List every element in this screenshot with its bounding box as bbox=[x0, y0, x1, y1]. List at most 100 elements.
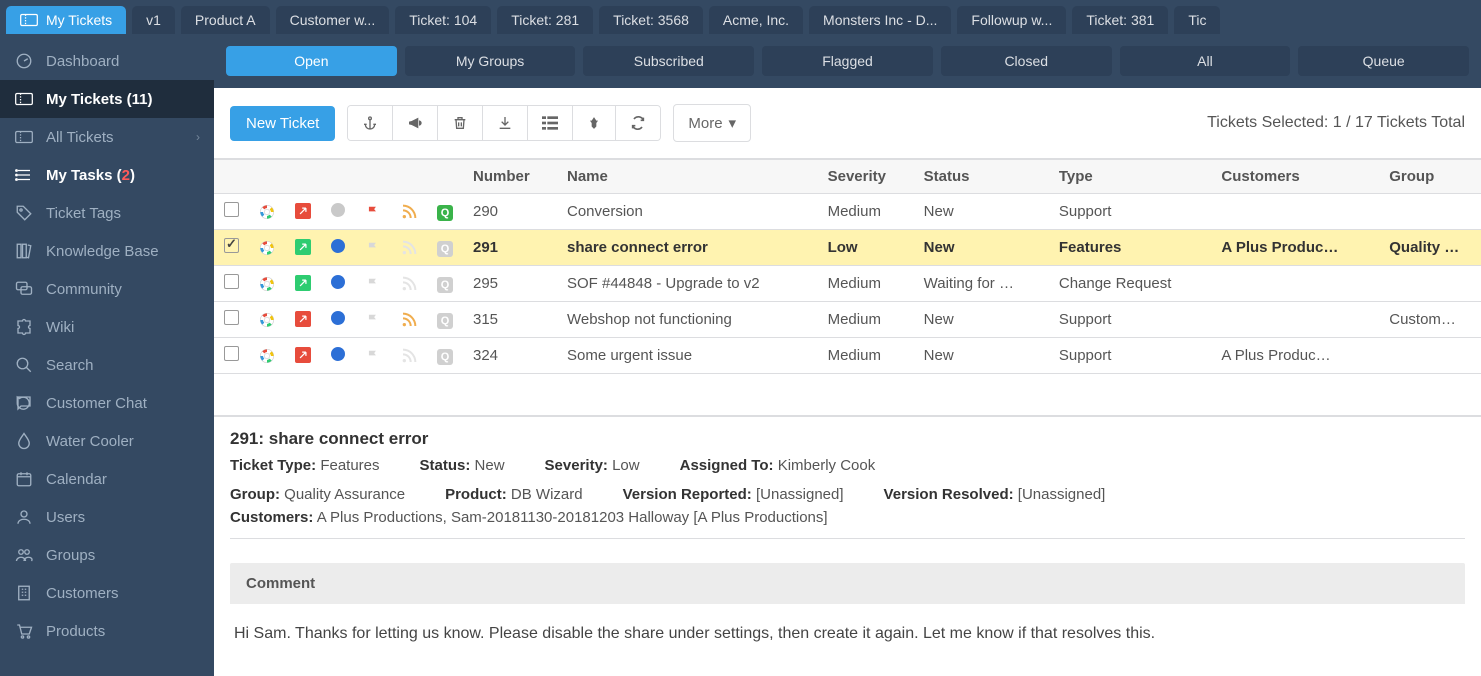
sidebar-item[interactable]: Calendar bbox=[0, 460, 214, 498]
filter-pill[interactable]: My Groups bbox=[405, 46, 576, 76]
top-tab[interactable]: Customer w... bbox=[276, 6, 390, 34]
sidebar-item[interactable]: Water Cooler bbox=[0, 422, 214, 460]
top-tab[interactable]: Ticket: 3568 bbox=[599, 6, 703, 34]
sidebar-item[interactable]: Dashboard bbox=[0, 42, 214, 80]
type-cell: Support bbox=[1049, 194, 1212, 230]
toolbar: New Ticket More▾ Tickets Selected: 1 / 1… bbox=[214, 88, 1481, 159]
column-header[interactable]: Severity bbox=[818, 160, 914, 194]
rss-icon bbox=[401, 312, 417, 328]
icon-cell bbox=[249, 338, 285, 374]
icon-cell bbox=[285, 266, 321, 302]
column-header[interactable]: Customers bbox=[1211, 160, 1379, 194]
sidebar-item[interactable]: My Tickets (11) bbox=[0, 80, 214, 118]
sidebar-item[interactable]: Search bbox=[0, 346, 214, 384]
filter-pill[interactable]: Open bbox=[226, 46, 397, 76]
top-tab[interactable]: Followup w... bbox=[957, 6, 1066, 34]
table-row[interactable]: Q324Some urgent issueMediumNewSupportA P… bbox=[214, 338, 1481, 374]
row-checkbox[interactable] bbox=[224, 346, 239, 361]
gauge-icon bbox=[14, 51, 34, 71]
delete-button[interactable] bbox=[438, 106, 483, 140]
column-header[interactable] bbox=[355, 160, 391, 194]
column-header[interactable]: Name bbox=[557, 160, 818, 194]
row-checkbox[interactable] bbox=[224, 274, 239, 289]
row-checkbox[interactable] bbox=[224, 202, 239, 217]
sidebar-item[interactable]: All Tickets› bbox=[0, 118, 214, 156]
row-checkbox[interactable] bbox=[224, 310, 239, 325]
filter-pill[interactable]: All bbox=[1120, 46, 1291, 76]
sidebar-item-label: Customer Chat bbox=[46, 395, 147, 412]
column-header[interactable] bbox=[249, 160, 285, 194]
column-header[interactable] bbox=[214, 160, 249, 194]
sidebar-item[interactable]: Products bbox=[0, 612, 214, 650]
ticket-icon bbox=[14, 89, 34, 109]
checkbox-cell[interactable] bbox=[214, 302, 249, 338]
top-tab[interactable]: Acme, Inc. bbox=[709, 6, 803, 34]
sidebar-item[interactable]: Knowledge Base bbox=[0, 232, 214, 270]
more-button[interactable]: More▾ bbox=[673, 104, 751, 142]
anchor-button[interactable] bbox=[348, 106, 393, 140]
pin-button[interactable] bbox=[573, 106, 616, 140]
list-view-button[interactable] bbox=[528, 106, 573, 140]
tags-icon bbox=[14, 203, 34, 223]
sidebar-item[interactable]: Groups bbox=[0, 536, 214, 574]
refresh-button[interactable] bbox=[616, 106, 660, 140]
icon-cell bbox=[355, 266, 391, 302]
icon-cell bbox=[391, 194, 427, 230]
sidebar-item[interactable]: Community bbox=[0, 270, 214, 308]
sidebar-item[interactable]: Users bbox=[0, 498, 214, 536]
new-ticket-button[interactable]: New Ticket bbox=[230, 106, 335, 141]
flag-icon bbox=[365, 241, 381, 255]
table-row[interactable]: Q315Webshop not functioningMediumNewSupp… bbox=[214, 302, 1481, 338]
group-cell bbox=[1379, 266, 1481, 302]
checkbox-cell[interactable] bbox=[214, 338, 249, 374]
sidebar-item[interactable]: Wiki bbox=[0, 308, 214, 346]
icon-cell bbox=[391, 338, 427, 374]
sidebar-item-label: Customers bbox=[46, 585, 119, 602]
column-header[interactable]: Group bbox=[1379, 160, 1481, 194]
top-tab[interactable]: v1 bbox=[132, 6, 175, 34]
column-header[interactable] bbox=[427, 160, 463, 194]
top-tab[interactable]: Ticket: 381 bbox=[1072, 6, 1168, 34]
arrow-icon bbox=[295, 311, 311, 328]
top-tab[interactable]: Ticket: 281 bbox=[497, 6, 593, 34]
top-tab[interactable]: Monsters Inc - D... bbox=[809, 6, 951, 34]
filter-pill[interactable]: Flagged bbox=[762, 46, 933, 76]
filter-pill[interactable]: Subscribed bbox=[583, 46, 754, 76]
sidebar-item[interactable]: Customers bbox=[0, 574, 214, 612]
sidebar-item-label: Products bbox=[46, 623, 105, 640]
rss-icon bbox=[401, 276, 417, 292]
filter-pill[interactable]: Closed bbox=[941, 46, 1112, 76]
checkbox-cell[interactable] bbox=[214, 194, 249, 230]
top-tab[interactable]: Product A bbox=[181, 6, 270, 34]
column-header[interactable]: Number bbox=[463, 160, 557, 194]
table-row[interactable]: Q295SOF #44848 - Upgrade to v2MediumWait… bbox=[214, 266, 1481, 302]
table-row[interactable]: Q291share connect errorLowNewFeaturesA P… bbox=[214, 230, 1481, 266]
queue-badge-icon: Q bbox=[437, 275, 453, 292]
column-header[interactable] bbox=[285, 160, 321, 194]
checkbox-cell[interactable] bbox=[214, 266, 249, 302]
tickets-grid[interactable]: NumberNameSeverityStatusTypeCustomersGro… bbox=[214, 159, 1481, 415]
queue-badge-icon: Q bbox=[437, 239, 453, 256]
type-cell: Support bbox=[1049, 338, 1212, 374]
calendar-icon bbox=[14, 469, 34, 489]
filter-pill[interactable]: Queue bbox=[1298, 46, 1469, 76]
top-tab[interactable]: Tic bbox=[1174, 6, 1220, 34]
announce-button[interactable] bbox=[393, 106, 438, 140]
column-header[interactable]: Type bbox=[1049, 160, 1212, 194]
version-resolved-label: Version Resolved: bbox=[884, 486, 1014, 503]
sidebar-item[interactable]: Ticket Tags bbox=[0, 194, 214, 232]
column-header[interactable] bbox=[321, 160, 355, 194]
row-checkbox[interactable] bbox=[224, 238, 239, 253]
icon-cell bbox=[249, 302, 285, 338]
sidebar-item[interactable]: Customer Chat bbox=[0, 384, 214, 422]
customers-cell bbox=[1211, 302, 1379, 338]
column-header[interactable] bbox=[391, 160, 427, 194]
rss-icon bbox=[401, 204, 417, 220]
sidebar-item[interactable]: My Tasks (2) bbox=[0, 156, 214, 194]
top-tab[interactable]: Ticket: 104 bbox=[395, 6, 491, 34]
table-row[interactable]: Q290ConversionMediumNewSupport27013/30 bbox=[214, 194, 1481, 230]
column-header[interactable]: Status bbox=[914, 160, 1049, 194]
download-button[interactable] bbox=[483, 106, 528, 140]
top-tab[interactable]: My Tickets bbox=[6, 6, 126, 34]
checkbox-cell[interactable] bbox=[214, 230, 249, 266]
